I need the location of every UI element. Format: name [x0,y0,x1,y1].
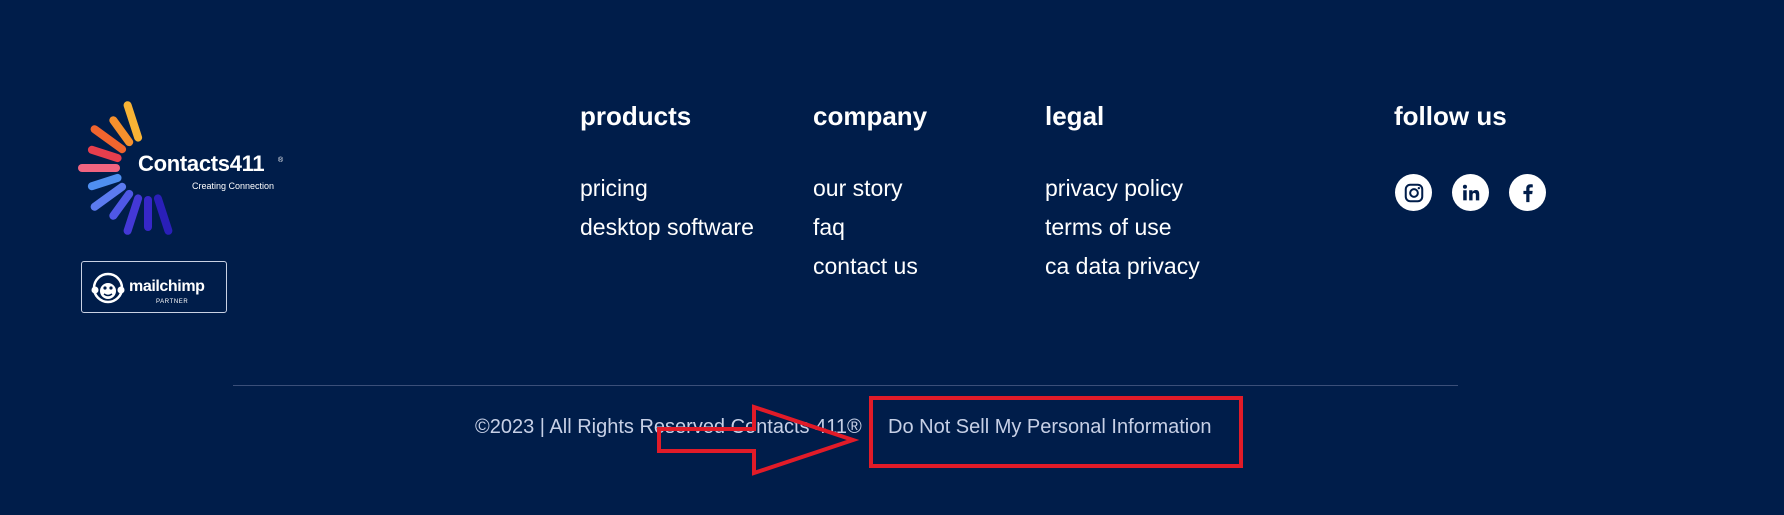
logo-ray [153,194,173,235]
contact-us-link[interactable]: contact us [813,247,927,286]
terms-of-use-link[interactable]: terms of use [1045,208,1200,247]
privacy-policy-link[interactable]: privacy policy [1045,169,1200,208]
mailchimp-partner-label: PARTNER [156,299,189,305]
products-column: products pricing desktop software [580,100,754,247]
logo-ray [109,189,134,220]
footer-divider [233,385,1458,386]
logo-ray [109,116,134,147]
brand-tagline: Creating Connection [192,181,275,191]
follow-heading: follow us [1394,101,1507,131]
logo-ray [123,194,143,235]
mailchimp-name: mailchimp [129,278,205,295]
company-heading: company [813,101,928,131]
instagram-icon [1404,183,1423,202]
mailchimp-partner-badge[interactable]: mailchimp PARTNER [81,261,227,313]
desktop-software-link[interactable]: desktop software [580,208,754,247]
logo-ray [123,101,143,142]
legal-heading: legal [1045,101,1105,131]
follow-column: follow us [1394,100,1507,169]
linkedin-icon [1462,184,1479,200]
our-story-link[interactable]: our story [813,169,927,208]
pricing-link[interactable]: pricing [580,169,754,208]
brand-name: Contacts411 [138,151,265,176]
products-heading: products [580,101,692,131]
annotation-highlight-box [869,396,1243,468]
freddie-monkey-icon [91,272,125,304]
logo-ray [87,145,122,163]
facebook-button[interactable] [1509,174,1546,211]
brand-registered-mark: ® [278,157,284,164]
logo-ray [87,173,122,191]
linkedin-button[interactable] [1452,174,1489,211]
faq-link[interactable]: faq [813,208,927,247]
company-column: company our story faq contact us [813,100,927,286]
annotation-arrow-icon [657,404,860,476]
legal-column: legal privacy policy terms of use ca dat… [1045,100,1200,286]
instagram-button[interactable] [1395,174,1432,211]
ca-data-privacy-link[interactable]: ca data privacy [1045,247,1200,286]
facebook-icon [1522,183,1533,202]
social-links [1395,174,1546,211]
